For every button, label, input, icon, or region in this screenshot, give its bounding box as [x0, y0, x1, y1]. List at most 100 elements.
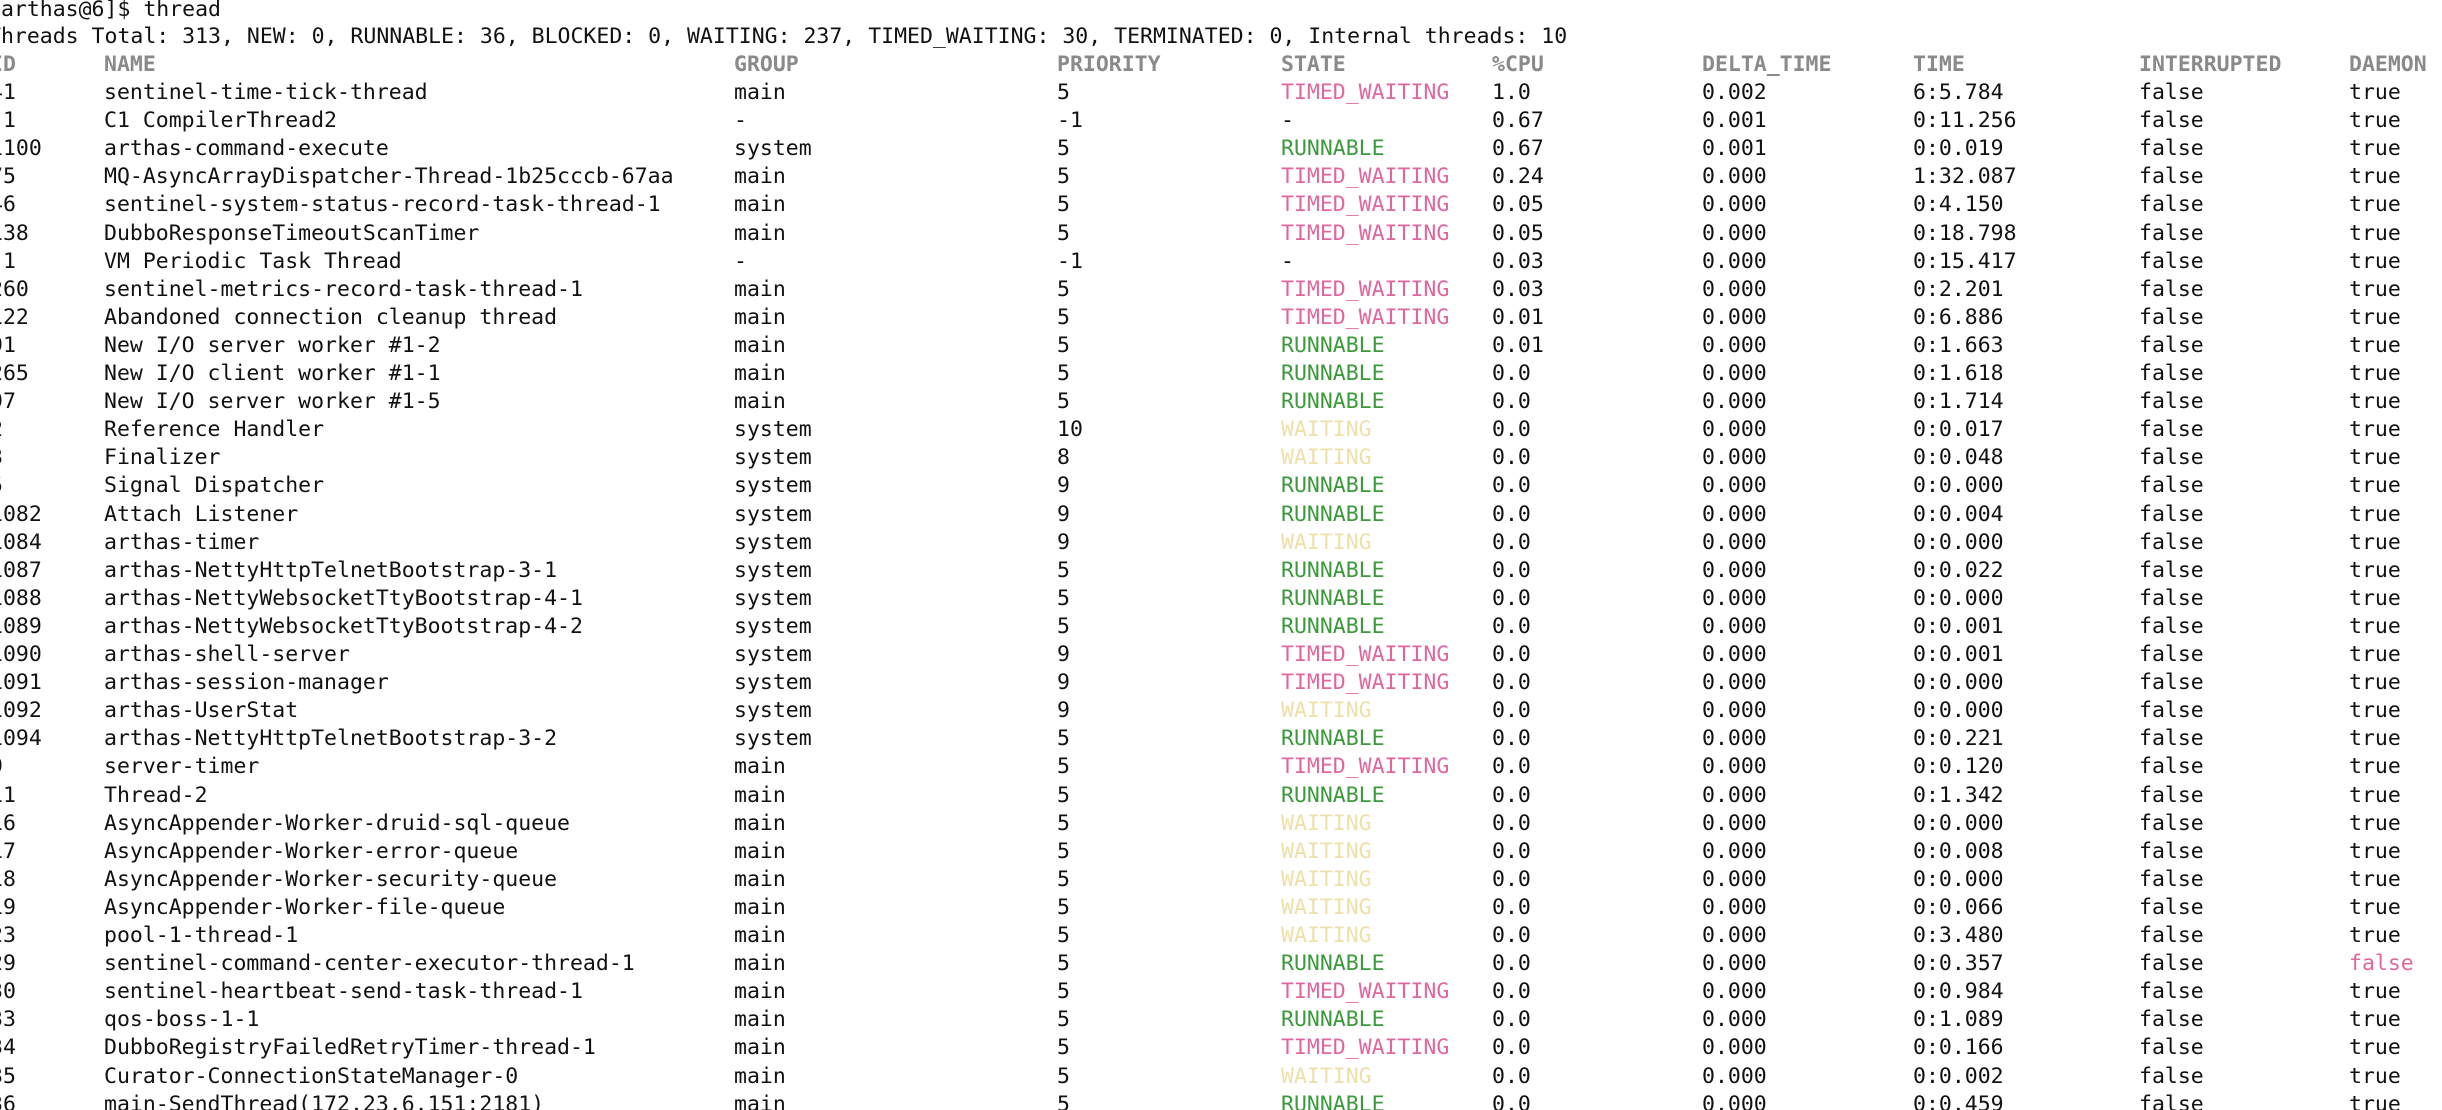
thread-delta-time: 0.000 — [1702, 698, 1767, 724]
thread-interrupted: false — [2139, 838, 2204, 864]
thread-daemon: true — [2349, 473, 2401, 499]
thread-daemon: true — [2349, 810, 2401, 836]
thread-interrupted: false — [2139, 332, 2204, 358]
thread-priority: 5 — [1057, 361, 1070, 386]
thread-name: sentinel-metrics-record-task-thread-1 — [104, 276, 583, 302]
thread-priority: -1 — [1057, 248, 1083, 274]
table-row: 2 Reference Handler system 10 WAITING 0.0 0.00… — [0, 416, 2442, 444]
thread-delta-time: 0.000 — [1702, 810, 1767, 836]
thread-delta-time: 0.000 — [1702, 1035, 1767, 1061]
thread-cpu: 0.0 — [1492, 838, 1531, 864]
thread-time: 0:4.150 — [1913, 192, 2004, 218]
header-interrupted: INTERRUPTED — [2139, 52, 2282, 77]
thread-name: arthas-command-execute — [104, 136, 389, 162]
thread-interrupted: false — [2139, 642, 2204, 667]
thread-group: system — [734, 642, 812, 667]
thread-state: RUNNABLE — [1281, 136, 1385, 162]
thread-daemon: true — [2349, 332, 2401, 358]
thread-name: Curator-ConnectionStateManager-0 — [104, 1063, 519, 1089]
header-cpu: %CPU — [1492, 52, 1544, 77]
thread-daemon: true — [2349, 1063, 2401, 1089]
thread-group: main — [734, 361, 786, 386]
thread-delta-time: 0.000 — [1702, 838, 1767, 864]
terminal-output[interactable]: [arthas@6]$ thread Threads Total: 313, N… — [0, 0, 2442, 1110]
table-row: 122 Abandoned connection cleanup thread ma… — [0, 304, 2442, 332]
thread-daemon: true — [2349, 866, 2401, 892]
thread-name: C1 CompilerThread2 — [104, 108, 337, 134]
table-row: 1082 Attach Listener system 9 RUNNABLE 0.0 0.0… — [0, 501, 2442, 529]
thread-daemon: true — [2349, 754, 2401, 780]
thread-delta-time: 0.000 — [1702, 979, 1767, 1005]
thread-interrupted: false — [2139, 1063, 2204, 1089]
thread-name: sentinel-system-status-record-task-threa… — [104, 192, 661, 218]
thread-group: system — [734, 698, 812, 724]
thread-state: RUNNABLE — [1281, 1007, 1385, 1033]
thread-cpu: 0.0 — [1492, 726, 1531, 752]
thread-daemon: true — [2349, 248, 2401, 274]
thread-state: TIMED_WAITING — [1281, 192, 1450, 218]
table-row: 17 AsyncAppender-Worker-error-queue main 5 W… — [0, 838, 2442, 866]
thread-time: 0:1.663 — [1913, 332, 2004, 358]
thread-cpu: 0.0 — [1492, 670, 1531, 696]
thread-id: 23 — [0, 923, 16, 948]
table-row: 19 AsyncAppender-Worker-file-queue main 5 WA… — [0, 894, 2442, 922]
thread-cpu: 0.0 — [1492, 698, 1531, 724]
thread-interrupted: false — [2139, 613, 2204, 639]
thread-group: main — [734, 332, 786, 358]
thread-priority: 5 — [1057, 838, 1070, 864]
thread-delta-time: 0.000 — [1702, 613, 1767, 639]
thread-state: RUNNABLE — [1281, 501, 1385, 527]
thread-state: WAITING — [1281, 698, 1372, 724]
thread-interrupted: false — [2139, 304, 2204, 330]
thread-delta-time: 0.000 — [1702, 642, 1767, 667]
thread-name: VM Periodic Task Thread — [104, 248, 402, 274]
thread-interrupted: false — [2139, 529, 2204, 555]
thread-cpu: 0.0 — [1492, 894, 1531, 920]
thread-group: main — [734, 1063, 786, 1089]
thread-state: TIMED_WAITING — [1281, 642, 1450, 667]
thread-priority: 8 — [1057, 445, 1070, 471]
thread-daemon: true — [2349, 1007, 2401, 1033]
thread-name: Reference Handler — [104, 417, 325, 443]
thread-priority: 5 — [1057, 136, 1070, 162]
thread-time: 0:2.201 — [1913, 276, 2004, 302]
thread-group: system — [734, 670, 812, 696]
thread-delta-time: 0.000 — [1702, 192, 1767, 218]
thread-priority: 5 — [1057, 164, 1070, 190]
thread-id: 1091 — [0, 670, 42, 696]
thread-state: RUNNABLE — [1281, 585, 1385, 611]
thread-group: system — [734, 585, 812, 611]
thread-time: 0:0.459 — [1913, 1091, 2004, 1110]
thread-time: 0:11.256 — [1913, 108, 2017, 134]
thread-delta-time: 0.000 — [1702, 276, 1767, 302]
thread-name: Attach Listener — [104, 501, 299, 527]
thread-priority: 5 — [1057, 951, 1070, 977]
thread-interrupted: false — [2139, 698, 2204, 724]
command-prompt: [arthas@6]$ thread — [0, 0, 221, 22]
thread-id: 36 — [0, 1091, 16, 1110]
thread-daemon: true — [2349, 389, 2401, 415]
thread-id: 29 — [0, 951, 16, 977]
thread-state: TIMED_WAITING — [1281, 979, 1450, 1005]
thread-name: qos-boss-1-1 — [104, 1007, 260, 1033]
thread-priority: 5 — [1057, 979, 1070, 1005]
thread-name: Abandoned connection cleanup thread — [104, 304, 558, 330]
thread-id: 1088 — [0, 585, 42, 611]
thread-time: 0:0.357 — [1913, 951, 2004, 977]
thread-group: - — [734, 108, 747, 134]
thread-delta-time: 0.000 — [1702, 529, 1767, 555]
thread-delta-time: 0.000 — [1702, 557, 1767, 583]
thread-id: 1082 — [0, 501, 42, 527]
thread-delta-time: 0.000 — [1702, 332, 1767, 358]
thread-name: Thread-2 — [104, 782, 208, 808]
thread-interrupted: false — [2139, 445, 2204, 471]
thread-state: TIMED_WAITING — [1281, 164, 1450, 190]
thread-priority: 5 — [1057, 894, 1070, 920]
thread-priority: 9 — [1057, 698, 1070, 724]
thread-group: main — [734, 220, 786, 246]
thread-priority: 5 — [1057, 276, 1070, 302]
thread-daemon: true — [2349, 642, 2401, 667]
table-row: 1089 arthas-NettyWebsocketTtyBootstrap-4-… — [0, 613, 2442, 641]
thread-interrupted: false — [2139, 108, 2204, 134]
thread-state: RUNNABLE — [1281, 951, 1385, 977]
